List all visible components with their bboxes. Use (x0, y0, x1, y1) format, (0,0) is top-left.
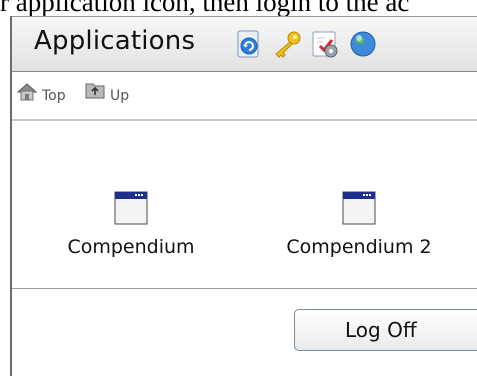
page-title: Applications (34, 26, 196, 56)
nav-up-label: Up (110, 88, 130, 104)
panel-footer: Log Off (12, 288, 477, 389)
application-window-icon (342, 191, 376, 225)
applications-panel: Applications Top Up Compendium Compendiu… (10, 16, 477, 376)
app-compendium[interactable]: Compendium (51, 191, 211, 281)
folder-up-icon (84, 79, 106, 105)
application-window-icon (114, 191, 148, 225)
log-off-button[interactable]: Log Off (294, 309, 477, 351)
settings-icon[interactable] (310, 29, 340, 59)
help-icon[interactable] (348, 29, 378, 59)
refresh-icon[interactable] (234, 29, 264, 59)
app-compendium-2[interactable]: Compendium 2 (259, 191, 459, 281)
application-list: Compendium Compendium 2 (12, 121, 477, 286)
app-label: Compendium 2 (286, 236, 432, 258)
instruction-text: r application icon, then login to the ac (0, 0, 410, 16)
panel-header: Applications (12, 16, 477, 72)
breadcrumb-nav: Top Up (12, 71, 477, 121)
home-icon (16, 81, 38, 107)
app-label: Compendium (67, 236, 195, 258)
key-icon[interactable] (272, 29, 302, 59)
nav-up-link[interactable]: Up (84, 81, 164, 105)
nav-top-label: Top (42, 88, 66, 104)
